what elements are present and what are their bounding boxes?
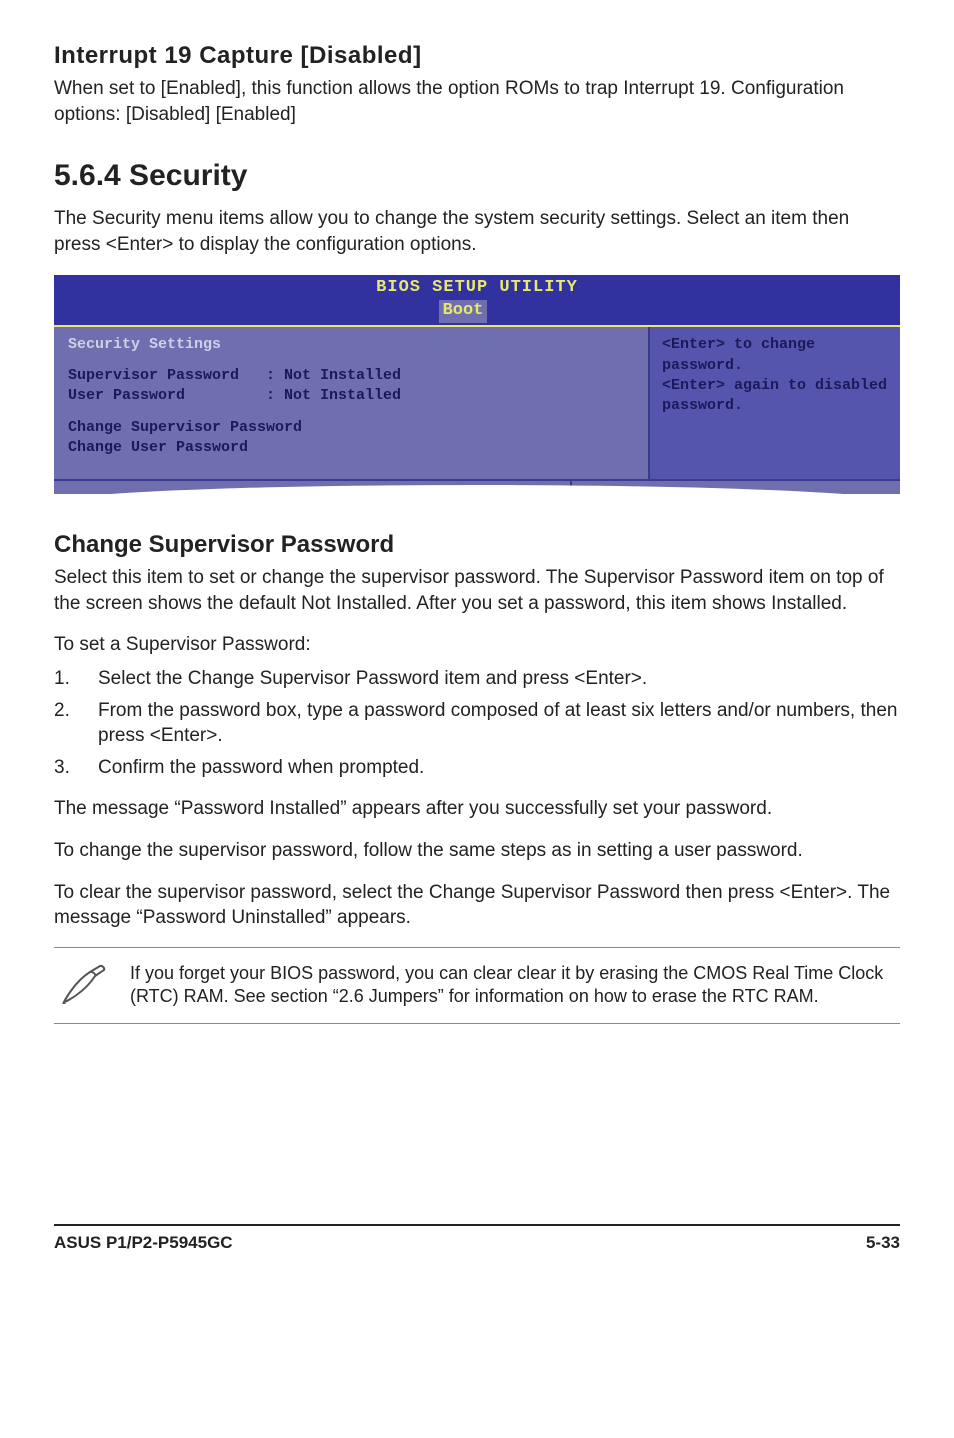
note-box: If you forget your BIOS password, you ca… [54, 947, 900, 1024]
csp-paragraph-1: Select this item to set or change the su… [54, 565, 900, 616]
bios-user-password-row: User Password : Not Installed [68, 386, 634, 406]
csp-step-3: Confirm the password when prompted. [98, 755, 900, 781]
csp-step-2: From the password box, type a password c… [98, 698, 900, 749]
footer-model: ASUS P1/P2-P5945GC [54, 1232, 233, 1255]
list-item: 1.Select the Change Supervisor Password … [54, 666, 900, 692]
list-item: 3.Confirm the password when prompted. [54, 755, 900, 781]
bios-security-settings-label: Security Settings [68, 335, 634, 355]
footer-page-number: 5-33 [866, 1232, 900, 1255]
csp-paragraph-3: The message “Password Installed” appears… [54, 796, 900, 822]
text-interrupt19: When set to [Enabled], this function all… [54, 76, 900, 127]
bios-tab-boot[interactable]: Boot [439, 300, 488, 323]
csp-paragraph-2: To set a Supervisor Password: [54, 632, 900, 658]
bios-panel: BIOS SETUP UTILITY Boot Security Setting… [54, 275, 900, 504]
bios-change-user-password[interactable]: Change User Password [68, 438, 634, 458]
csp-step-1: Select the Change Supervisor Password it… [98, 666, 900, 692]
page-footer: ASUS P1/P2-P5945GC 5-33 [54, 1224, 900, 1255]
heading-change-supervisor-password: Change Supervisor Password [54, 529, 900, 561]
bios-titlebar: BIOS SETUP UTILITY Boot [54, 275, 900, 325]
bios-left-pane: Security Settings Supervisor Password : … [54, 327, 650, 480]
csp-paragraph-5: To clear the supervisor password, select… [54, 880, 900, 931]
csp-paragraph-4: To change the supervisor password, follo… [54, 838, 900, 864]
csp-steps: 1.Select the Change Supervisor Password … [54, 666, 900, 781]
bios-tear-decor [54, 481, 900, 505]
note-pencil-icon [60, 962, 112, 1006]
list-item: 2.From the password box, type a password… [54, 698, 900, 749]
note-text: If you forget your BIOS password, you ca… [130, 962, 900, 1009]
bios-change-supervisor-password[interactable]: Change Supervisor Password [68, 418, 634, 438]
bios-title: BIOS SETUP UTILITY [376, 277, 578, 300]
text-security-intro: The Security menu items allow you to cha… [54, 206, 900, 257]
bios-supervisor-password-row: Supervisor Password : Not Installed [68, 366, 634, 386]
bios-help-pane: <Enter> to change password. <Enter> agai… [650, 327, 900, 480]
heading-security: 5.6.4 Security [54, 156, 900, 197]
heading-interrupt19: Interrupt 19 Capture [Disabled] [54, 40, 900, 72]
